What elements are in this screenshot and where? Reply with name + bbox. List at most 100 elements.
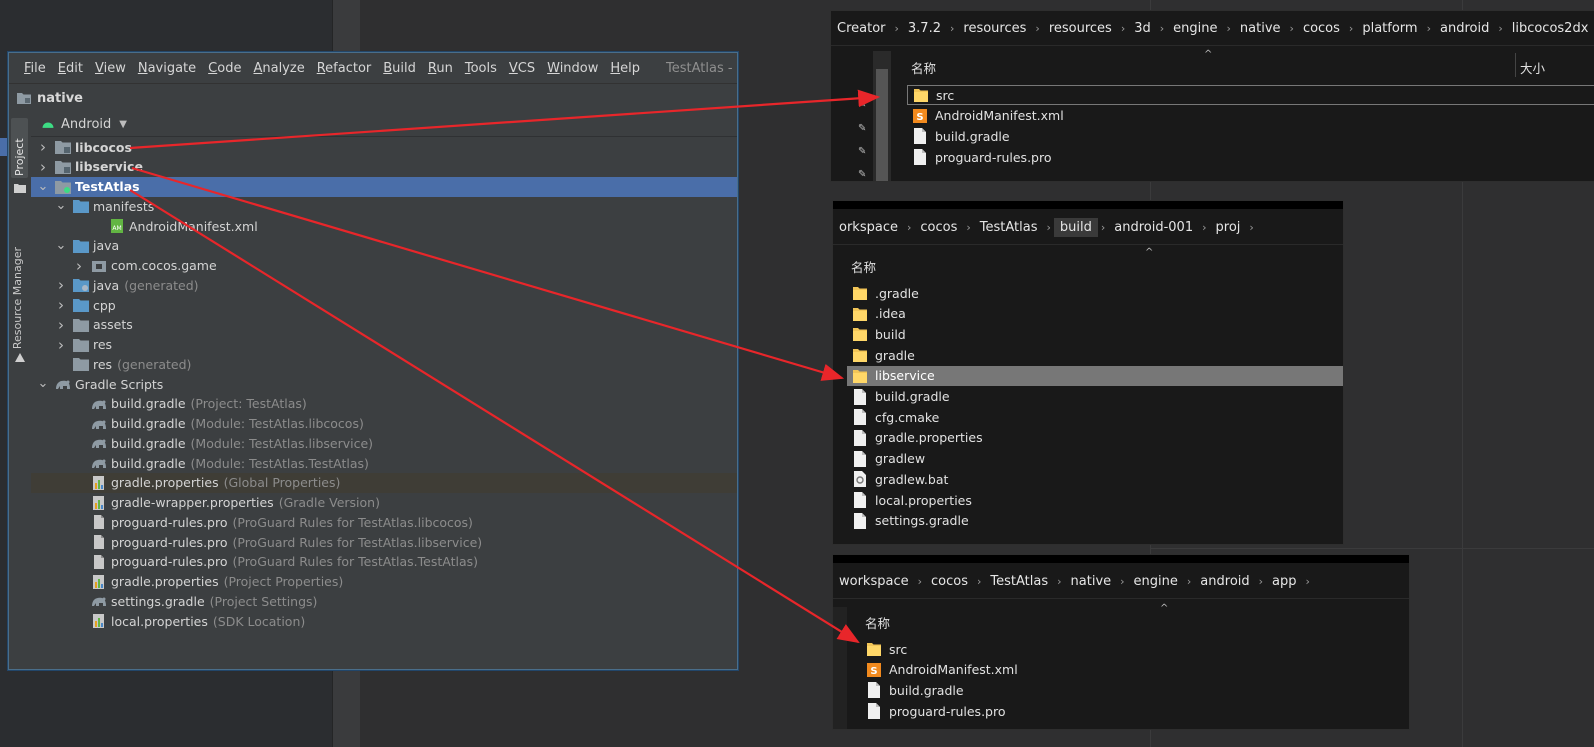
breadcrumb-chevron-icon[interactable]: › (892, 22, 902, 35)
tree-item[interactable]: › assets (31, 315, 737, 335)
breadcrumb-segment[interactable]: android-001 (1108, 218, 1199, 237)
column-header-name[interactable]: 名称 (851, 257, 876, 276)
pin-icon[interactable]: ✎ (858, 123, 866, 134)
menu-window[interactable]: Window (547, 61, 598, 76)
chevron-down-icon[interactable]: ⌄ (55, 199, 67, 212)
chevron-right-icon[interactable]: › (55, 296, 67, 314)
pin-icon[interactable]: ✎ (858, 169, 866, 180)
file-item[interactable]: build (847, 324, 1343, 344)
tree-item[interactable]: AM AndroidManifest.xml (31, 216, 737, 236)
tree-item[interactable]: › libservice (31, 157, 737, 177)
tree-item[interactable]: local.properties (SDK Location) (31, 611, 737, 631)
breadcrumb-chevron-icon[interactable]: › (1346, 22, 1356, 35)
breadcrumb-chevron-icon[interactable]: › (1032, 22, 1042, 35)
file-item[interactable]: src (861, 639, 1401, 659)
menu-file[interactable]: File (24, 61, 46, 76)
menu-view[interactable]: View (95, 61, 126, 76)
file-item[interactable]: libservice (847, 365, 1343, 386)
breadcrumb-chevron-icon[interactable]: › (1495, 22, 1505, 35)
tree-item[interactable]: build.gradle (Module: TestAtlas.libcocos) (31, 414, 737, 434)
breadcrumb-segment[interactable]: build (1053, 217, 1098, 237)
breadcrumb-segment[interactable]: android (1194, 572, 1255, 591)
tree-item[interactable]: build.gradle (Module: TestAtlas.libservic… (31, 433, 737, 453)
tree-item[interactable]: gradle.properties (Project Properties) (31, 572, 737, 592)
chevron-down-icon[interactable]: ⌄ (37, 377, 49, 390)
menu-vcs[interactable]: VCS (509, 61, 535, 76)
tree-item[interactable]: ⌄ Gradle Scripts (31, 374, 737, 394)
breadcrumb-segment[interactable]: TestAtlas (974, 218, 1044, 237)
breadcrumb-chevron-icon[interactable]: › (1224, 22, 1234, 35)
breadcrumb-segment[interactable]: proj (1210, 218, 1247, 237)
file-item[interactable]: build.gradle (907, 126, 1594, 146)
breadcrumb-segment[interactable]: android (1434, 19, 1495, 38)
breadcrumb-chevron-icon[interactable]: › (963, 221, 973, 234)
chevron-right-icon[interactable]: › (55, 336, 67, 354)
breadcrumb-chevron-icon[interactable]: › (1157, 22, 1167, 35)
tree-item[interactable]: › cpp (31, 295, 737, 315)
pin-icon[interactable]: ✎ (858, 146, 866, 157)
tree-item[interactable]: › java (generated) (31, 275, 737, 295)
menu-code[interactable]: Code (208, 61, 241, 76)
breadcrumb-chevron-icon[interactable]: › (1184, 575, 1194, 588)
breadcrumb-chevron-icon[interactable]: › (974, 575, 984, 588)
chevron-right-icon[interactable]: › (37, 138, 49, 156)
breadcrumb-chevron-icon[interactable]: › (915, 575, 925, 588)
chevron-down-icon[interactable]: ⌄ (55, 239, 67, 252)
tree-item[interactable]: res (generated) (31, 354, 737, 374)
breadcrumb-segment[interactable]: orkspace (833, 218, 904, 237)
menu-tools[interactable]: Tools (465, 61, 497, 76)
breadcrumb-chevron-icon[interactable]: › (1287, 22, 1297, 35)
breadcrumb-segment[interactable]: Creator (831, 19, 892, 38)
tree-item[interactable]: settings.gradle (Project Settings) (31, 591, 737, 611)
breadcrumb-segment[interactable]: workspace (833, 572, 915, 591)
scrollbar-thumb[interactable] (876, 69, 888, 181)
breadcrumb-chevron-icon[interactable]: › (904, 221, 914, 234)
column-header-name[interactable]: 名称 (911, 58, 936, 77)
chevron-right-icon[interactable]: › (55, 316, 67, 334)
menu-refactor[interactable]: Refactor (317, 61, 372, 76)
chevron-right-icon[interactable]: › (37, 158, 49, 176)
tree-item[interactable]: proguard-rules.pro (ProGuard Rules for Te… (31, 512, 737, 532)
pin-icon[interactable]: ✎ (858, 99, 866, 110)
menu-help[interactable]: Help (610, 61, 640, 76)
tree-item[interactable]: › com.cocos.game (31, 256, 737, 276)
breadcrumb-segment[interactable]: native (1065, 572, 1118, 591)
column-header-name[interactable]: 名称 (865, 613, 890, 632)
breadcrumb-chevron-icon[interactable]: › (1118, 22, 1128, 35)
resource-manager-tab[interactable]: Resource Manager (11, 247, 24, 349)
breadcrumb-segment[interactable]: libcocos2dx (1506, 19, 1594, 38)
breadcrumb-segment[interactable]: engine (1128, 572, 1184, 591)
file-item[interactable]: local.properties (847, 490, 1343, 510)
tree-item[interactable]: gradle-wrapper.properties (Gradle Version… (31, 493, 737, 513)
breadcrumb-chevron-icon[interactable]: › (1043, 221, 1053, 234)
file-item[interactable]: src (907, 85, 1594, 105)
file-item[interactable]: proguard-rules.pro (907, 147, 1594, 167)
tree-item[interactable]: build.gradle (Module: TestAtlas.TestAtlas… (31, 453, 737, 473)
file-item[interactable]: gradle (847, 345, 1343, 365)
menu-edit[interactable]: Edit (58, 61, 83, 76)
breadcrumb-segment[interactable]: cocos (914, 218, 963, 237)
breadcrumb-chevron-icon[interactable]: › (1117, 575, 1127, 588)
breadcrumb-chevron-icon[interactable]: › (1424, 22, 1434, 35)
breadcrumb-chevron-icon[interactable]: › (1256, 575, 1266, 588)
breadcrumb-chevron-icon[interactable]: › (1199, 221, 1209, 234)
breadcrumb-segment[interactable]: platform (1356, 19, 1423, 38)
breadcrumb-chevron-icon[interactable]: › (1303, 575, 1313, 588)
breadcrumb-chevron-icon[interactable]: › (1246, 221, 1256, 234)
file-item[interactable]: cfg.cmake (847, 407, 1343, 427)
file-item[interactable]: settings.gradle (847, 511, 1343, 531)
breadcrumb-segment[interactable]: resources (1043, 19, 1118, 38)
breadcrumb-segment[interactable]: 3.7.2 (902, 19, 947, 38)
menu-analyze[interactable]: Analyze (253, 61, 304, 76)
tree-item[interactable]: build.gradle (Project: TestAtlas) (31, 394, 737, 414)
breadcrumb-segment[interactable]: native (1234, 19, 1287, 38)
view-selector[interactable]: Android ▼ (31, 112, 737, 137)
chevron-down-icon[interactable]: ⌄ (37, 180, 49, 193)
breadcrumb-segment[interactable]: TestAtlas (984, 572, 1054, 591)
tree-item[interactable]: › libcocos (31, 137, 737, 157)
tree-item[interactable]: proguard-rules.pro (ProGuard Rules for Te… (31, 532, 737, 552)
file-item[interactable]: gradlew.bat (847, 469, 1343, 489)
tree-item[interactable]: ⌄ TestAtlas (31, 176, 737, 197)
breadcrumb-chevron-icon[interactable]: › (947, 22, 957, 35)
tree-item[interactable]: gradle.properties (Global Properties) (31, 472, 737, 493)
